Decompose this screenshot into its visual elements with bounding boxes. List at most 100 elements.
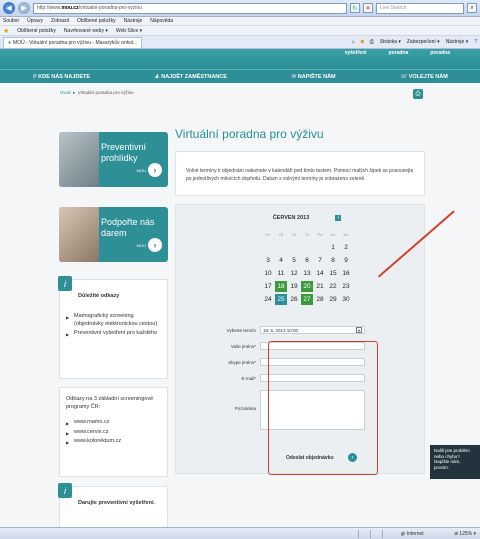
- promo-checkups[interactable]: Preventivní prohlídky MOU ›: [59, 132, 168, 187]
- top-link-2[interactable]: poradna: [389, 50, 409, 56]
- donate-checkup-title: Darujte preventivní vyšetření.: [78, 500, 156, 506]
- name-label: Vaše jméno*: [230, 343, 256, 349]
- links-list: Mamografický screening (objednávky elekt…: [66, 313, 161, 338]
- nav-write-us[interactable]: ✉ NAPIŠTE NÁM: [291, 74, 336, 80]
- help-icon[interactable]: ?: [474, 39, 477, 45]
- next-month-icon[interactable]: ›: [335, 215, 342, 221]
- highlight-frame: [268, 341, 378, 475]
- info-icon: i: [58, 276, 72, 291]
- print-icon[interactable]: ⎙: [370, 39, 374, 45]
- page-print-icon[interactable]: ⎙: [413, 89, 423, 99]
- calendar-day: 4: [279, 257, 283, 264]
- menu-view[interactable]: Zobrazit: [51, 18, 69, 24]
- favorites-bar: ★ Oblíbené položky Navrhované weby ▾ Web…: [0, 26, 480, 36]
- nav-find-staff[interactable]: ♟ NAJDĚT ZAMĚSTNANCE: [154, 74, 227, 80]
- status-bar: ◍ Internet ⊕ 125% ▾: [0, 527, 480, 539]
- calendar-day[interactable]: 27: [301, 294, 313, 305]
- favorites-label[interactable]: Oblíbené položky: [17, 28, 56, 34]
- promo-donate-title: Podpořte nás darem: [101, 217, 155, 238]
- address-bar-row: ◀ ▶ http://www. mou.cz/virtualni-poradna-…: [0, 0, 480, 17]
- favorites-star-icon[interactable]: ★: [3, 27, 9, 35]
- menu-tools[interactable]: Nástroje: [124, 18, 143, 24]
- zoom-control[interactable]: ⊕ 125% ▾: [454, 531, 476, 537]
- calendar-day: 19: [290, 283, 298, 290]
- link-mammography[interactable]: Mamografický screening (objednávky elekt…: [66, 313, 161, 328]
- page-title: Virtuální poradna pro výživu: [175, 127, 324, 141]
- search-input[interactable]: Live Search: [376, 2, 464, 14]
- chevron-right-icon[interactable]: ›: [148, 163, 162, 177]
- calendar-empty-cell: [275, 242, 287, 253]
- calendar-day[interactable]: 20: [301, 281, 313, 292]
- zoom-level: 125%: [459, 530, 473, 537]
- tab-current[interactable]: ● MOÚ - Virtuální poradna pro výživu - Ma…: [3, 36, 143, 48]
- link-mamo[interactable]: www.mamo.cz: [66, 419, 161, 427]
- calendar-day: 22: [329, 283, 337, 290]
- day-name: So: [330, 232, 336, 237]
- note-label: Poznámka: [234, 406, 256, 411]
- menu-favorites[interactable]: Oblíbené položky: [77, 18, 116, 24]
- calendar-day: 1: [331, 244, 335, 251]
- important-links-box: i Důležité odkazy Mamografický screening…: [58, 276, 168, 379]
- forward-button[interactable]: ▶: [18, 2, 30, 14]
- screening-title: Odkazy na 3 základní screeningové progra…: [66, 396, 154, 410]
- link-cervix[interactable]: www.cervix.cz: [66, 429, 161, 437]
- menu-edit[interactable]: Úpravy: [27, 18, 43, 24]
- promo-donate[interactable]: Podpořte nás darem MOU ›: [59, 207, 168, 262]
- chevron-down-icon[interactable]: ▾: [356, 327, 362, 333]
- status-segment: [358, 529, 370, 538]
- term-select[interactable]: 18. 6. 2013 10:00 ▾: [260, 326, 365, 334]
- promo-logo-2: MOU: [136, 243, 146, 248]
- url-rest: /virtualni-poradna-pro-vyzivu: [78, 5, 142, 11]
- search-icon[interactable]: ⌕: [467, 3, 477, 13]
- mail-icon: ✉: [291, 73, 296, 80]
- day-name: Po: [265, 232, 271, 237]
- refresh-icon[interactable]: ↻: [350, 3, 360, 13]
- top-link-1[interactable]: vyšetření: [345, 50, 367, 56]
- url-input[interactable]: http://www. mou.cz/virtualni-poradna-pro-…: [33, 2, 347, 14]
- calendar-day: 24: [264, 296, 272, 303]
- promo-logo: MOU: [136, 168, 146, 173]
- nav-call-us[interactable]: ☏ VOLEJTE NÁM: [400, 74, 448, 80]
- calendar-day[interactable]: 25: [275, 294, 287, 305]
- calendar-day[interactable]: 18: [275, 281, 287, 292]
- tool-page[interactable]: Stránka ▾: [380, 39, 401, 45]
- calendar-day: 16: [342, 270, 350, 277]
- stop-icon[interactable]: ✕: [363, 3, 373, 13]
- calendar-day: 9: [344, 257, 348, 264]
- menu-help[interactable]: Nápověda: [150, 18, 173, 24]
- stethoscope-image: [59, 132, 99, 187]
- person-icon: ♟: [154, 73, 160, 80]
- calendar: ČERVEN 2013 › Po Út St Čt Pá So Ne 1 2 3 4 5 6 7 8 9 10 1…: [262, 215, 352, 305]
- day-name: Čt: [305, 232, 309, 237]
- breadcrumb: Úvod ▸ Virtuální poradna pro výživu: [60, 90, 134, 95]
- feeds-icon[interactable]: ◙: [361, 39, 364, 45]
- home-icon[interactable]: ⌂: [352, 39, 355, 45]
- top-link-3[interactable]: poradna: [430, 50, 450, 56]
- day-name: Pá: [317, 232, 323, 237]
- calendar-day: 21: [316, 283, 324, 290]
- tool-tools[interactable]: Nástroje ▾: [446, 39, 469, 45]
- back-button[interactable]: ◀: [3, 2, 15, 14]
- menu-file[interactable]: Soubor: [3, 18, 19, 24]
- skype-label: Skype jméno*: [228, 359, 256, 365]
- promo-checkups-title: Preventivní prohlídky: [101, 142, 147, 163]
- fav-item-webslice[interactable]: Web Slice ▾: [116, 28, 142, 34]
- feedback-widget[interactable]: Našli jste problém nebo chybu? Napište n…: [430, 445, 480, 479]
- chevron-right-icon[interactable]: ›: [148, 238, 162, 252]
- calendar-empty-cell: [262, 242, 274, 253]
- main-nav: ⚲ KDE NÁS NAJDETE ♟ NAJDĚT ZAMĚSTNANCE ✉ NA…: [0, 69, 480, 83]
- day-name: Út: [279, 232, 283, 237]
- term-row: Vyberte termín 18. 6. 2013 10:00 ▾: [190, 326, 365, 334]
- screening-box: Odkazy na 3 základní screeningové progra…: [59, 387, 168, 477]
- url-domain: mou.cz: [61, 5, 79, 11]
- calendar-day: 30: [342, 296, 350, 303]
- command-bar: ⌂ ◙ ⎙ Stránka ▾ Zabezpečení ▾ Nástroje ▾…: [352, 39, 477, 45]
- day-name: Ne: [343, 232, 349, 237]
- link-kolorektum[interactable]: www.kolorektum.cz: [66, 438, 161, 446]
- breadcrumb-home[interactable]: Úvod: [60, 90, 71, 95]
- fav-item-suggested[interactable]: Navrhované weby ▾: [64, 28, 108, 34]
- nav-find-us[interactable]: ⚲ KDE NÁS NAJDETE: [32, 74, 90, 80]
- status-segment: [370, 529, 382, 538]
- link-prevention[interactable]: Preventivní vyšetření pro každého: [66, 330, 161, 338]
- tool-security[interactable]: Zabezpečení ▾: [407, 39, 440, 45]
